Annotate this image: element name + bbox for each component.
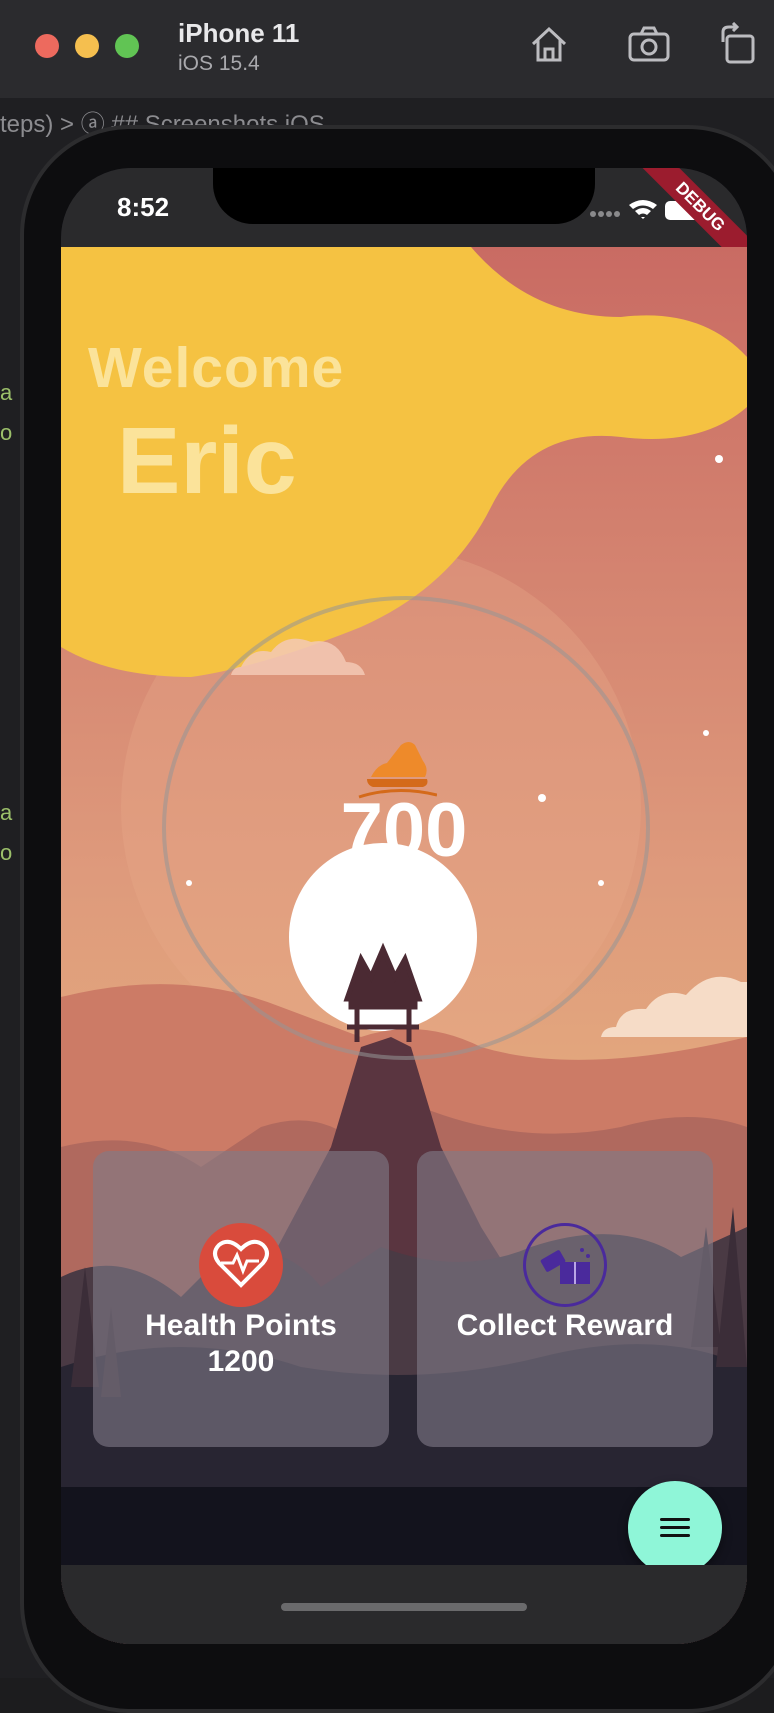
editor-gutter-text: o (0, 420, 13, 445)
rotate-icon[interactable] (717, 21, 761, 66)
heartbeat-icon (199, 1223, 283, 1307)
menu-icon-line (660, 1534, 690, 1537)
os-version: iOS 15.4 (178, 52, 260, 75)
user-name: Eric (117, 408, 297, 514)
gift-icon (523, 1223, 607, 1307)
close-window-button[interactable] (35, 34, 59, 58)
editor-gutter-text: o (0, 840, 13, 865)
health-points-card[interactable]: Health Points 1200 (93, 1151, 389, 1447)
device-name: iPhone 11 (178, 18, 300, 48)
step-label: Steps (378, 877, 430, 899)
simulator-title-bar: iPhone 11 iOS 15.4 (0, 0, 774, 99)
home-indicator-area (61, 1565, 747, 1644)
step-count: 700 (340, 788, 468, 873)
notch (213, 168, 595, 224)
collect-reward-card[interactable]: Collect Reward (417, 1151, 713, 1447)
zoom-window-button[interactable] (115, 34, 139, 58)
status-bar: 8:52 DEBUG (61, 168, 747, 277)
landscape-background: Welcome Eric 700 Steps Health Points 120… (61, 247, 747, 1644)
status-time: 8:52 (117, 192, 170, 222)
welcome-heading: Welcome (88, 336, 345, 400)
collect-reward-title: Collect Reward (456, 1309, 674, 1342)
menu-icon-line (660, 1526, 690, 1529)
home-indicator[interactable] (281, 1603, 527, 1611)
health-points-value: 1200 (207, 1345, 275, 1378)
home-icon[interactable] (527, 22, 571, 66)
menu-icon (660, 1518, 690, 1521)
camera-icon[interactable] (627, 22, 671, 66)
menu-button[interactable] (628, 1481, 722, 1575)
health-points-title: Health Points (145, 1309, 337, 1342)
minimize-window-button[interactable] (75, 34, 99, 58)
editor-gutter-text: a (0, 800, 13, 825)
editor-gutter-text: a (0, 380, 13, 405)
phone-screen: 8:52 DEBUG Welcome Eric 700 Steps Health… (61, 168, 747, 1644)
